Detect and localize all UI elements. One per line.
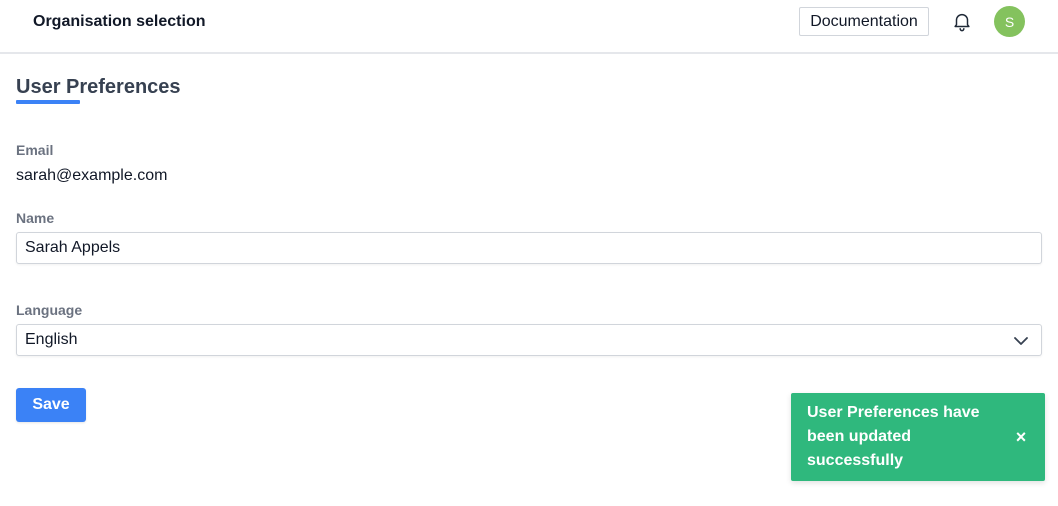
save-button[interactable]: Save — [16, 388, 86, 422]
name-label: Name — [16, 210, 55, 226]
language-selected-value: English — [25, 331, 78, 348]
email-value: sarah@example.com — [16, 167, 168, 184]
bell-icon[interactable] — [951, 10, 973, 32]
email-label: Email — [16, 142, 54, 158]
language-select[interactable]: English — [16, 324, 1042, 356]
name-field[interactable] — [16, 232, 1042, 264]
page-title: User Preferences — [16, 76, 181, 98]
language-label: Language — [16, 302, 83, 318]
success-toast: User Preferences have been updated succe… — [791, 393, 1045, 481]
organisation-selector[interactable]: Organisation selection — [33, 12, 205, 32]
documentation-button[interactable]: Documentation — [799, 7, 929, 36]
chevron-down-icon — [1013, 333, 1029, 349]
top-navigation-bar: Organisation selection Documentation S — [0, 0, 1058, 54]
avatar[interactable]: S — [994, 6, 1025, 37]
toast-message: User Preferences have been updated succe… — [807, 404, 980, 469]
title-underline — [16, 100, 80, 104]
close-icon[interactable]: × — [1013, 428, 1029, 446]
